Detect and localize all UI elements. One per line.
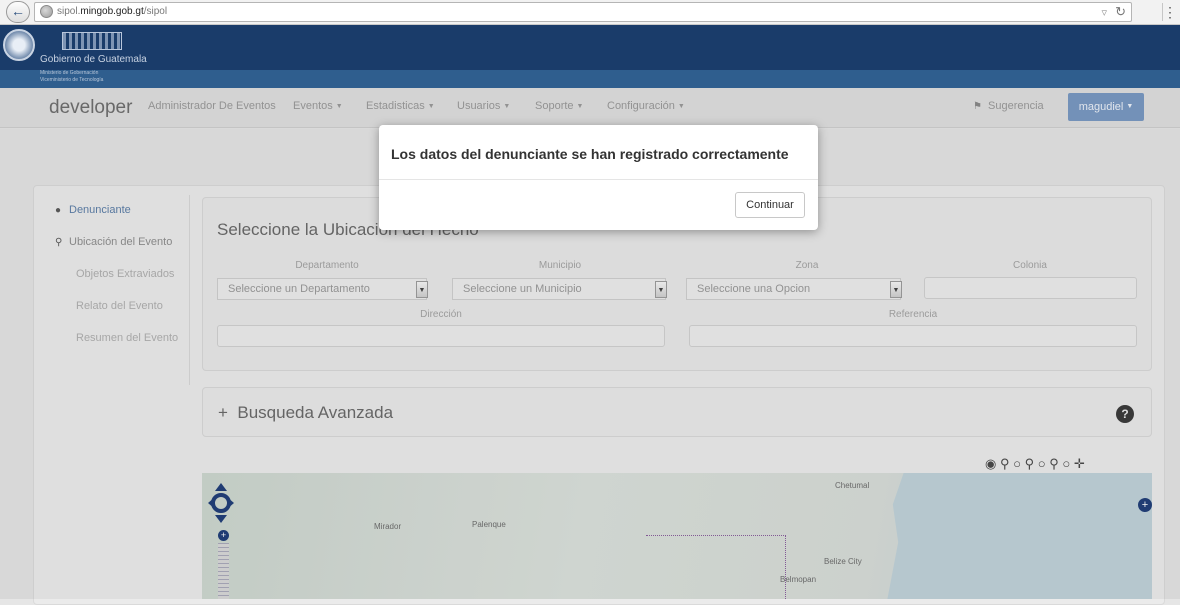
palace-logo-icon <box>62 32 122 50</box>
government-name: Gobierno de Guatemala <box>40 54 147 65</box>
reload-icon[interactable]: ↻ <box>1115 4 1126 20</box>
continue-button[interactable]: Continuar <box>735 192 805 218</box>
coat-of-arms-icon <box>3 29 35 61</box>
success-modal: Los datos del denunciante se han registr… <box>379 125 818 230</box>
modal-divider <box>379 179 818 180</box>
bookmark-dropdown-icon[interactable]: ▿ <box>1101 6 1107 19</box>
url-text: sipol.mingob.gob.gt/sipol <box>57 6 168 17</box>
vice-ministry-name: Viceministerio de Tecnología <box>40 77 104 83</box>
modal-message: Los datos del denunciante se han registr… <box>391 146 789 162</box>
browser-menu-icon[interactable]: ⋮ <box>1162 3 1177 21</box>
browser-toolbar: ← sipol.mingob.gob.gt/sipol ▿ ↻ ⋮ <box>0 0 1180 25</box>
back-arrow-icon[interactable]: ← <box>6 1 30 23</box>
site-info-icon[interactable] <box>40 5 53 18</box>
government-banner: Gobierno de Guatemala Ministerio de Gobe… <box>0 25 1180 88</box>
ministry-name: Ministerio de Gobernación <box>40 70 99 76</box>
address-bar[interactable]: sipol.mingob.gob.gt/sipol ▿ ↻ <box>34 2 1132 22</box>
